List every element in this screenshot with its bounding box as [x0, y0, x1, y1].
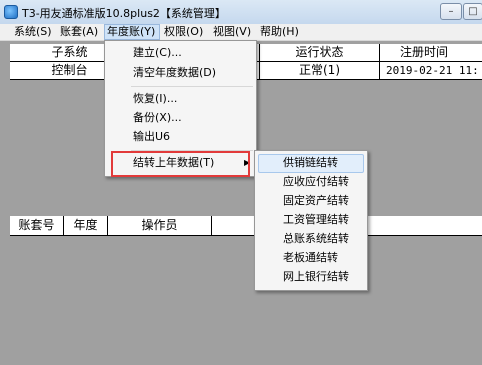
header-year[interactable]: 年度	[64, 216, 108, 236]
menu-item-restore[interactable]: 恢复(I)...	[133, 90, 177, 108]
menu-view[interactable]: 视图(V)	[211, 25, 253, 39]
submenu-item-online-banking[interactable]: 网上银行结转	[283, 268, 349, 286]
menu-account[interactable]: 账套(A)	[58, 25, 100, 39]
submenu-item-receivable-payable[interactable]: 应收应付结转	[283, 173, 349, 191]
app-icon	[4, 5, 18, 19]
menu-separator	[131, 86, 253, 87]
menu-item-create[interactable]: 建立(C)...	[133, 44, 182, 62]
menu-system[interactable]: 系统(S)	[12, 25, 54, 39]
menu-year-account[interactable]: 年度账(Y)	[104, 24, 160, 40]
window-title: T3-用友通标准版10.8plus2【系统管理】	[22, 7, 226, 20]
submenu-item-payroll[interactable]: 工资管理结转	[283, 211, 349, 229]
submenu-item-general-ledger[interactable]: 总账系统结转	[283, 230, 349, 248]
submenu-item-fixed-assets[interactable]: 固定资产结转	[283, 192, 349, 210]
carryover-submenu: 供销链结转 应收应付结转 固定资产结转 工资管理结转 总账系统结转 老板通结转 …	[254, 150, 368, 291]
menu-item-backup[interactable]: 备份(X)...	[133, 109, 182, 127]
cell-register-time[interactable]: 2019-02-21 11:	[380, 62, 482, 80]
account-table: 账套号 年度 操作员	[10, 216, 482, 236]
header-operator[interactable]: 操作员	[108, 216, 212, 236]
menu-item-clear-year-data[interactable]: 清空年度数据(D)	[133, 64, 216, 82]
menu-bar: 系统(S) 账套(A) 年度账(Y) 权限(O) 视图(V) 帮助(H)	[0, 24, 482, 41]
restore-button[interactable]: □	[463, 3, 482, 20]
header-status[interactable]: 运行状态	[260, 44, 380, 62]
header-account-no[interactable]: 账套号	[10, 216, 64, 236]
highlight-box	[111, 151, 250, 177]
title-bar: T3-用友通标准版10.8plus2【系统管理】 – □	[0, 0, 482, 25]
menu-permission[interactable]: 权限(O)	[162, 25, 205, 39]
cell-status[interactable]: 正常(1)	[260, 62, 380, 80]
menu-help[interactable]: 帮助(H)	[258, 25, 301, 39]
submenu-item-boss[interactable]: 老板通结转	[283, 249, 338, 267]
minimize-button[interactable]: –	[440, 3, 462, 20]
header-register-time[interactable]: 注册时间	[380, 44, 482, 62]
submenu-item-supply-chain[interactable]: 供销链结转	[283, 154, 338, 172]
menu-item-export-u6[interactable]: 输出U6	[133, 128, 170, 146]
